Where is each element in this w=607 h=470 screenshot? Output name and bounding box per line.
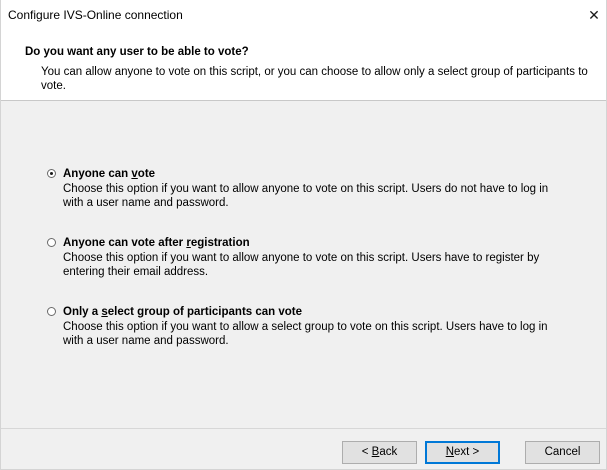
back-button[interactable]: < Back: [342, 441, 417, 464]
header-description: You can allow anyone to vote on this scr…: [41, 66, 588, 92]
option-label[interactable]: Anyone can vote: [63, 167, 155, 181]
option-description: Choose this option if you want to allow …: [63, 252, 540, 278]
footer-divider: [1, 428, 606, 429]
next-button[interactable]: Next >: [425, 441, 500, 464]
radio-vote-after-registration[interactable]: [47, 238, 56, 247]
wizard-header: Do you want any user to be able to vote?…: [1, 30, 606, 101]
close-button[interactable]: ✕: [582, 0, 606, 30]
cancel-button[interactable]: Cancel: [525, 441, 600, 464]
option-description: Choose this option if you want to allow …: [63, 321, 548, 347]
dialog-window: Configure IVS-Online connection ✕ Do you…: [0, 0, 607, 470]
option-label[interactable]: Only a select group of participants can …: [63, 305, 302, 319]
close-icon: ✕: [588, 7, 600, 23]
header-title: Do you want any user to be able to vote?: [25, 46, 249, 58]
option-label[interactable]: Anyone can vote after registration: [63, 236, 250, 250]
radio-select-group[interactable]: [47, 307, 56, 316]
option-description: Choose this option if you want to allow …: [63, 183, 549, 209]
radio-anyone-can-vote[interactable]: [47, 169, 56, 178]
window-title: Configure IVS-Online connection: [8, 8, 183, 22]
title-bar: Configure IVS-Online connection ✕: [1, 0, 606, 30]
